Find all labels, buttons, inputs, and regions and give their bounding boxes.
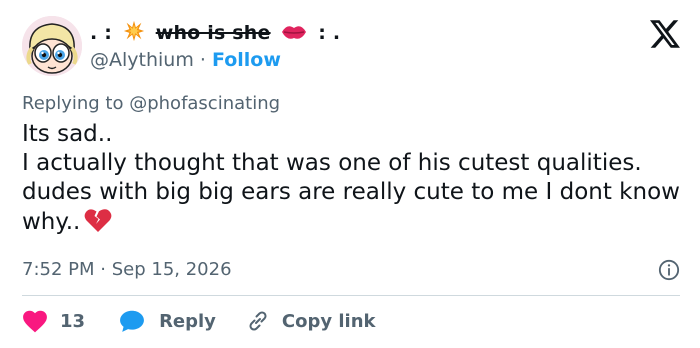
broken-heart-icon bbox=[84, 207, 112, 241]
tweet-date: Sep 15, 2026 bbox=[111, 259, 232, 280]
user-handle[interactable]: @Alythium bbox=[90, 49, 194, 71]
display-name-suffix: : . bbox=[318, 22, 341, 44]
tweet-timestamp[interactable]: 7:52 PM · Sep 15, 2026 bbox=[22, 259, 232, 280]
reply-context: Replying to @phofascinating bbox=[22, 93, 280, 114]
like-count: 13 bbox=[60, 310, 86, 332]
reply-label: Reply bbox=[159, 310, 216, 332]
action-bar: 13 Reply Copy link bbox=[22, 308, 376, 334]
x-logo-icon[interactable] bbox=[650, 20, 680, 48]
cartoon-character-avatar-icon bbox=[22, 16, 82, 76]
tweet-time: 7:52 PM bbox=[22, 259, 95, 280]
speech-bubble-icon bbox=[120, 310, 144, 332]
avatar[interactable] bbox=[22, 16, 82, 76]
link-icon bbox=[249, 311, 267, 331]
divider bbox=[22, 295, 680, 296]
handle-row: @Alythium · Follow bbox=[90, 49, 281, 71]
display-name-prefix: . : bbox=[90, 22, 113, 44]
reply-mention-link[interactable]: @phofascinating bbox=[129, 93, 280, 114]
kiss-lips-icon bbox=[281, 22, 307, 47]
info-icon[interactable] bbox=[658, 259, 680, 281]
collision-icon bbox=[123, 20, 145, 47]
follow-button[interactable]: Follow bbox=[212, 49, 281, 71]
tweet-line: Its sad.. bbox=[22, 121, 113, 147]
like-button[interactable]: 13 bbox=[22, 309, 85, 333]
heart-icon bbox=[23, 310, 47, 333]
copy-link-label: Copy link bbox=[281, 310, 376, 332]
reply-button[interactable]: Reply bbox=[119, 309, 216, 333]
tweet-line-text: I actually thought that was one of his c… bbox=[22, 150, 680, 235]
handle-separator: · bbox=[199, 49, 206, 71]
reply-context-label: Replying to bbox=[22, 93, 124, 114]
tweet-text: Its sad.. I actually thought that was on… bbox=[22, 120, 682, 241]
display-name-main: who is she bbox=[155, 22, 271, 44]
timestamp-separator: · bbox=[100, 259, 106, 280]
display-name[interactable]: . : who is she : . bbox=[90, 20, 340, 47]
tweet-line: I actually thought that was one of his c… bbox=[22, 149, 682, 241]
copy-link-button[interactable]: Copy link bbox=[246, 309, 376, 333]
